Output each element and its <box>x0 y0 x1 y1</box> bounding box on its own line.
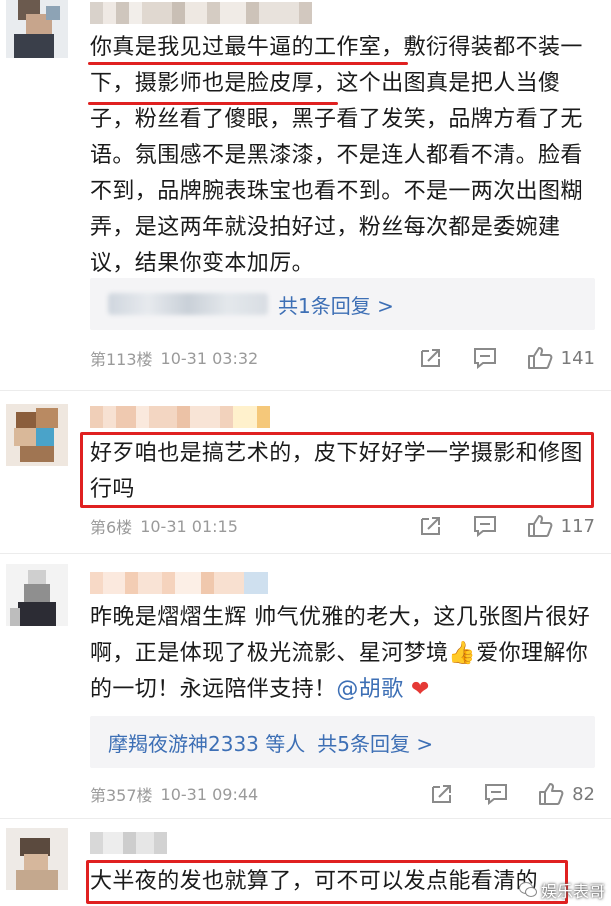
like-icon <box>539 783 564 805</box>
share-icon[interactable] <box>419 347 443 369</box>
like-count: 82 <box>572 783 595 805</box>
blurred-replier <box>108 293 268 315</box>
username[interactable] <box>90 572 268 594</box>
floor-number: 第6楼 <box>90 518 133 537</box>
comment-icon[interactable] <box>473 347 497 369</box>
avatar[interactable] <box>6 564 68 626</box>
like-button[interactable]: 117 <box>527 514 595 538</box>
heart-emoji: ❤ <box>411 677 430 702</box>
timestamp: 10-31 01:15 <box>140 516 238 536</box>
replier-name[interactable]: 摩羯夜游神2333 等人 <box>108 728 305 757</box>
comment-2: 好歹咱也是搞艺术的，皮下好好学一学摄影和修图行吗 第6楼 10-31 01:15… <box>0 398 611 548</box>
mention-link[interactable]: @胡歌 <box>336 677 403 702</box>
floor-number: 第113楼 <box>90 350 153 369</box>
wechat-icon <box>518 882 537 897</box>
share-icon[interactable] <box>419 515 443 537</box>
like-button[interactable]: 141 <box>527 346 595 370</box>
comment-text: 大半夜的发也就算了，可不可以发点能看清的 <box>90 869 539 894</box>
red-underline <box>88 102 338 105</box>
comment-3: 昨晚是熠熠生辉 帅气优雅的老大，这几张图片很好啊，正是体现了极光流影、星河梦境👍… <box>0 560 611 815</box>
reply-count-link[interactable]: 共1条回复 > <box>278 290 394 319</box>
comment-1: 你真是我见过最牛逼的工作室，敷衍得装都不装一下，摄影师也是脸皮厚，这个出图真是把… <box>0 0 611 384</box>
floor-number: 第357楼 <box>90 786 153 805</box>
divider <box>0 818 611 819</box>
divider <box>0 390 611 391</box>
comment-4: 大半夜的发也就算了，可不可以发点能看清的 娱乐表哥 <box>0 824 611 906</box>
like-count: 141 <box>560 347 595 369</box>
comment-meta: 第6楼 10-31 01:15 117 <box>90 512 595 540</box>
comment-icon[interactable] <box>484 783 508 805</box>
comment-icon[interactable] <box>473 515 497 537</box>
username[interactable] <box>90 832 167 854</box>
comment-text: 昨晚是熠熠生辉 帅气优雅的老大，这几张图片很好啊，正是体现了极光流影、星河梦境👍… <box>90 600 595 712</box>
timestamp: 10-31 09:44 <box>160 784 259 804</box>
reply-summary[interactable]: 共1条回复 > <box>90 278 595 330</box>
comment-meta: 第357楼 10-31 09:44 82 <box>90 780 595 808</box>
timestamp: 10-31 03:32 <box>160 348 259 368</box>
avatar[interactable] <box>6 828 68 890</box>
avatar[interactable] <box>6 404 68 466</box>
thumbs-up-emoji: 👍 <box>448 641 477 666</box>
comment-text: 好歹咱也是搞艺术的，皮下好好学一学摄影和修图行吗 <box>90 441 583 502</box>
share-icon[interactable] <box>430 783 454 805</box>
username[interactable] <box>90 406 270 428</box>
divider <box>0 553 611 554</box>
red-underline <box>88 62 408 65</box>
watermark-text: 娱乐表哥 <box>540 882 605 901</box>
like-button[interactable]: 82 <box>538 782 595 806</box>
username[interactable] <box>90 2 312 24</box>
like-icon <box>527 347 553 369</box>
like-count: 117 <box>560 515 595 537</box>
reply-count-link[interactable]: 共5条回复 > <box>317 728 433 757</box>
comment-meta: 第113楼 10-31 03:32 141 <box>90 344 595 372</box>
watermark: 娱乐表哥 <box>518 878 605 902</box>
reply-summary[interactable]: 摩羯夜游神2333 等人 共5条回复 > <box>90 716 595 768</box>
like-icon <box>527 515 553 537</box>
avatar[interactable] <box>6 0 68 58</box>
comment-text: 你真是我见过最牛逼的工作室，敷衍得装都不装一下，摄影师也是脸皮厚，这个出图真是把… <box>90 35 583 276</box>
